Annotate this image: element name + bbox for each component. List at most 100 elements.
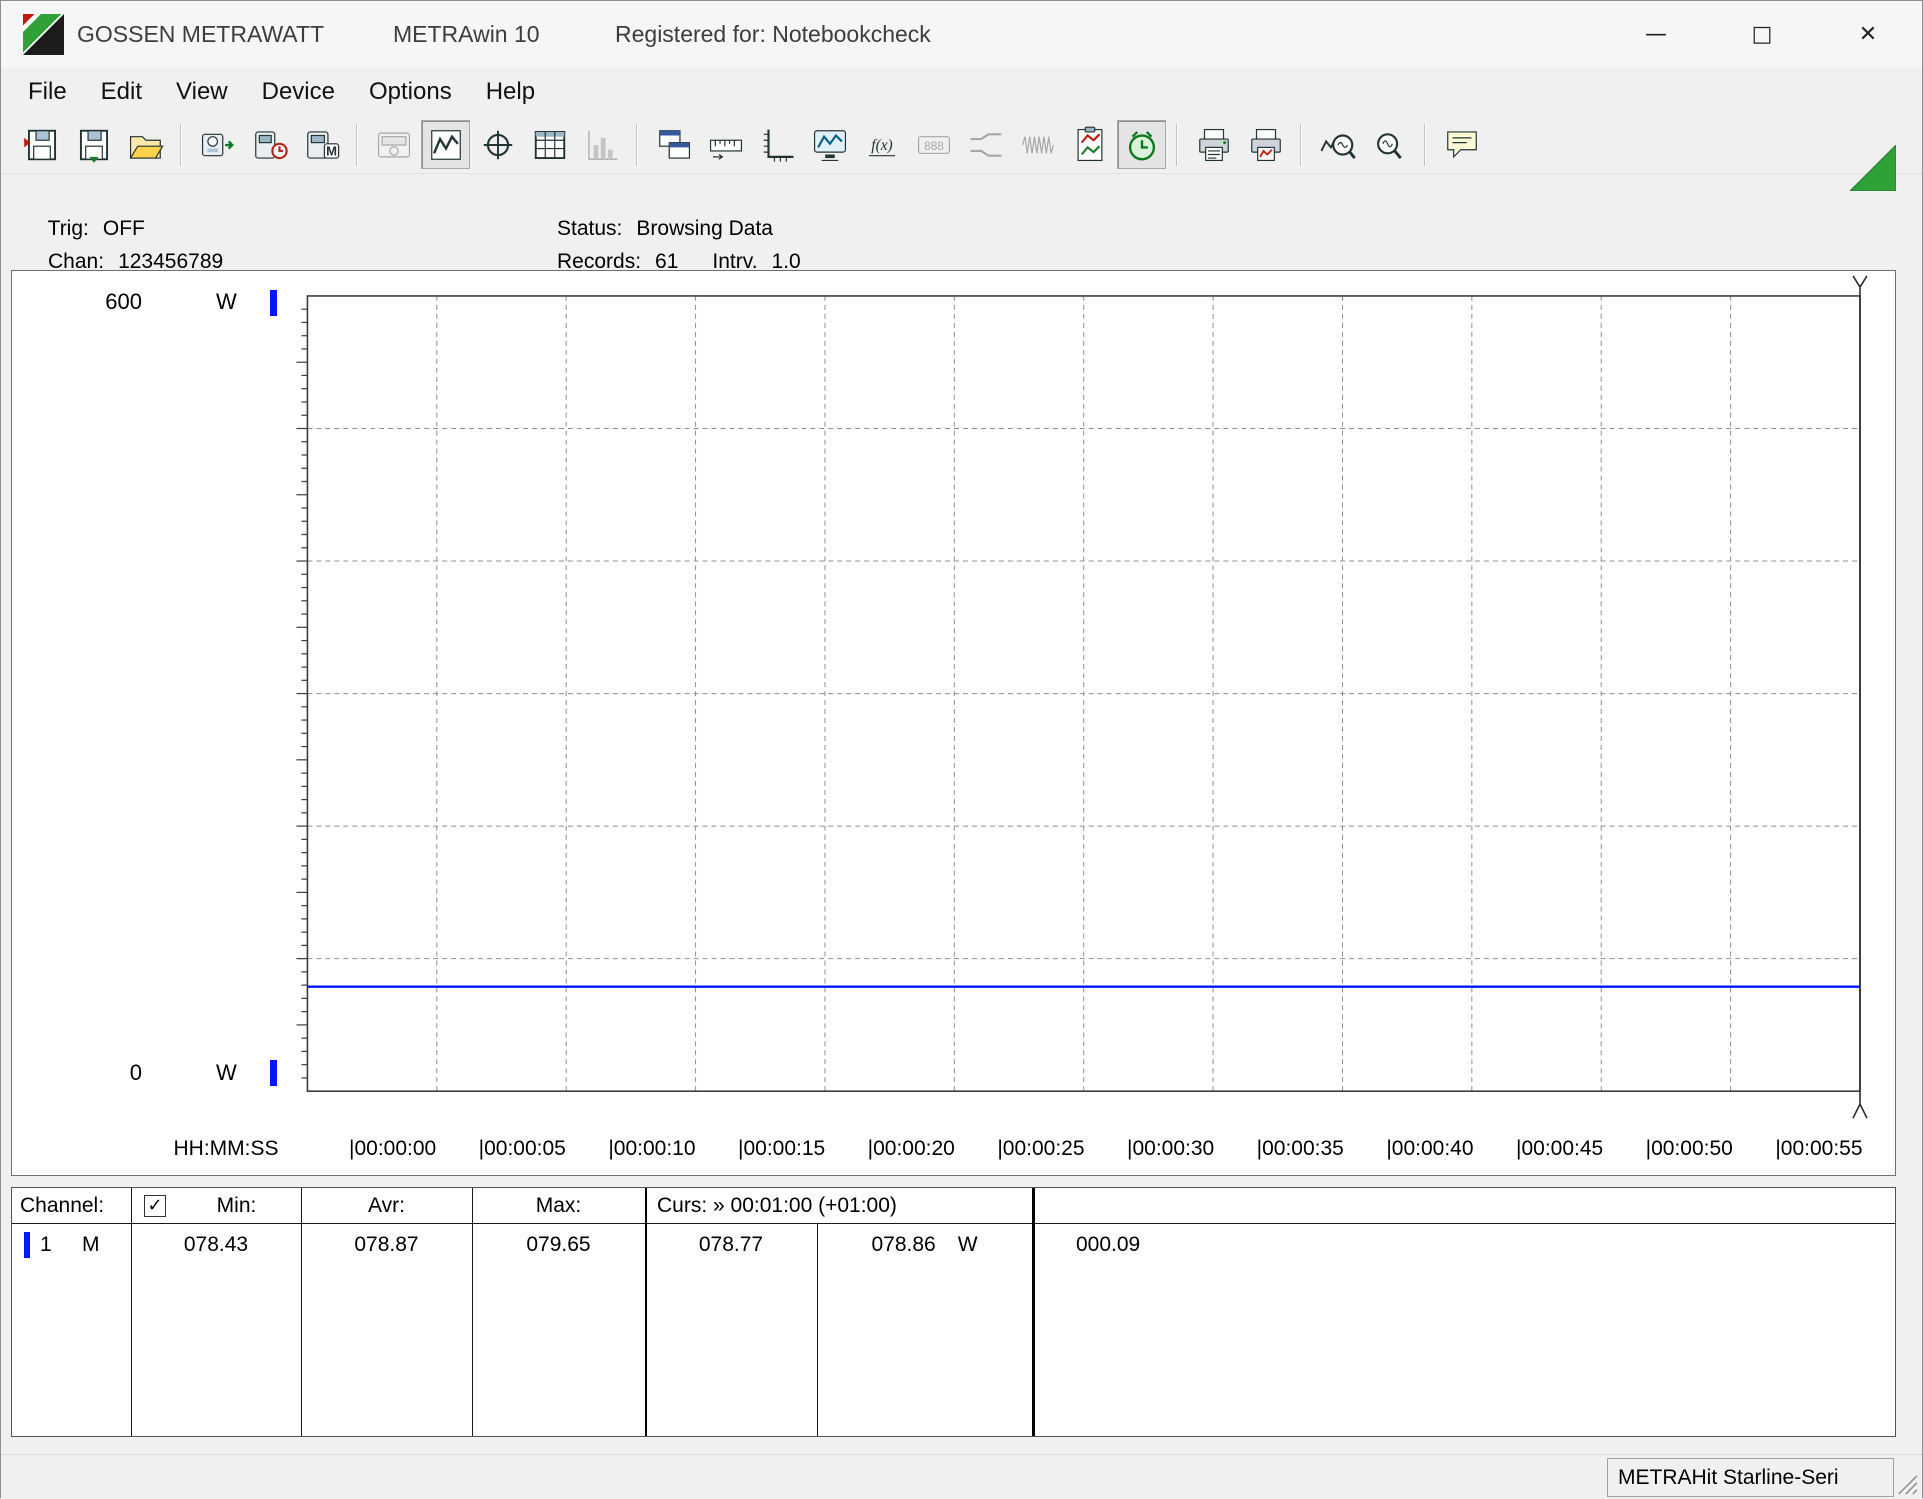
svg-text:888: 888 [924,138,944,152]
copy-graph-button[interactable] [1065,120,1114,169]
device-memory-button[interactable]: M [297,120,346,169]
x-tick-00:00:50: |00:00:50 [1646,1134,1733,1164]
print-report-button[interactable] [1241,120,1290,169]
toolbar-separator [1424,124,1426,166]
table-grid-icon [531,126,569,164]
channel-color-marker [270,1060,277,1086]
open-button[interactable] [121,120,170,169]
alarm-clock-button[interactable] [1117,120,1166,169]
formula-button[interactable]: f(x) [857,120,906,169]
col-cursor-header: Curs: » 00:01:00 (+01:00) [657,1188,897,1224]
table-divider [131,1188,132,1436]
cursor-handle [1853,276,1867,296]
toolbar-separator [1300,124,1302,166]
axes-icon [759,126,797,164]
envelope-wave-icon [1019,126,1057,164]
zoom-out-wave-icon [1371,126,1409,164]
arrange-windows-button[interactable] [649,120,698,169]
screen-display-button[interactable] [805,120,854,169]
col-channel-header: Channel: [20,1188,104,1224]
titlebar-registered-text: Registered for: Notebookcheck [615,1,931,68]
device-status-box: METRAHit Starline-Seri [1607,1458,1894,1497]
channel-visible-checkbox[interactable]: ✓ [144,1195,166,1217]
alarm-clock-icon [1123,126,1161,164]
x-tick-00:00:25: |00:00:25 [997,1134,1084,1164]
cursor-b-value: 078.86 [871,1228,935,1262]
table-divider-thick [1032,1188,1035,1436]
zoom-out-button[interactable] [1365,120,1414,169]
cursor-handle [1853,1091,1867,1118]
device-memory-icon: M [303,126,341,164]
channel-color-marker [24,1232,30,1258]
resize-grip[interactable] [1893,1470,1919,1496]
y-axis-max-unit: W [216,289,237,315]
multimeter-display-button [369,120,418,169]
col-avr-header: Avr: [301,1188,472,1224]
device-settings-button[interactable] [245,120,294,169]
chart-panel: 600 W 0 W HH:MM:SS |00:00:00|00:00:05|00… [11,270,1896,1176]
x-tick-00:00:55: |00:00:55 [1775,1134,1862,1164]
titlebar[interactable]: GOSSEN METRAWATT METRAwin 10 Registered … [1,1,1922,68]
view-bars-button [577,120,626,169]
app-logo-icon [23,14,64,55]
chart-plot-area[interactable] [12,271,1895,1175]
x-tick-00:00:40: |00:00:40 [1386,1134,1473,1164]
minimize-button[interactable]: — [1623,1,1689,68]
read-device-button[interactable] [193,120,242,169]
scale-settings-button[interactable] [753,120,802,169]
min-value: 078.43 [131,1228,301,1262]
view-xy-button[interactable] [473,120,522,169]
bar-chart-icon [583,126,621,164]
view-curve-button[interactable] [421,120,470,169]
avr-value: 078.87 [301,1228,472,1262]
print-button[interactable] [1189,120,1238,169]
y-axis-max-label: 600 [52,289,142,315]
zoom-in-button[interactable] [1313,120,1362,169]
menu-help[interactable]: Help [469,68,552,116]
channel-number: 1 [40,1228,52,1262]
x-tick-00:00:35: |00:00:35 [1257,1134,1344,1164]
ruler-icon [707,126,745,164]
open-folder-icon [127,126,165,164]
col-max-header: Max: [472,1188,645,1224]
menu-options[interactable]: Options [352,68,469,116]
cascade-windows-icon [655,126,693,164]
close-button[interactable]: ✕ [1835,1,1901,68]
x-tick-00:00:30: |00:00:30 [1127,1134,1214,1164]
save-icon [23,126,61,164]
menu-edit[interactable]: Edit [84,68,159,116]
menu-file[interactable]: File [11,68,84,116]
toolbar-separator [1176,124,1178,166]
toolbar-separator [636,124,638,166]
channel-color-marker [270,290,277,316]
view-table-button[interactable] [525,120,574,169]
x-tick-00:00:15: |00:00:15 [738,1134,825,1164]
table-header: Channel: ✓ Min: Avr: Max: Curs: » 00:01:… [12,1188,1895,1224]
cursor-b-unit: W [958,1228,978,1262]
x-tick-00:00:45: |00:00:45 [1516,1134,1603,1164]
x-tick-00:00:20: |00:00:20 [868,1134,955,1164]
y-axis-min-label: 0 [52,1060,142,1086]
comment-button[interactable] [1437,120,1486,169]
save-button[interactable] [17,120,66,169]
menu-device[interactable]: Device [245,68,352,116]
toolbar-separator [356,124,358,166]
formula-icon: f(x) [863,126,901,164]
time-axis-settings-button[interactable] [701,120,750,169]
device-settings-icon [251,126,289,164]
table-divider [301,1188,302,1436]
separate-curves-icon [967,126,1005,164]
save-data-button[interactable] [69,120,118,169]
multimeter-display-icon [375,126,413,164]
x-tick-00:00:05: |00:00:05 [479,1134,566,1164]
titlebar-product-name: METRAwin 10 [393,1,540,68]
table-divider-thick [645,1188,647,1436]
col-min-header: Min: [172,1188,301,1224]
measurement-table: Channel: ✓ Min: Avr: Max: Curs: » 00:01:… [11,1187,1896,1437]
separate-curves-button [961,120,1010,169]
maximize-button[interactable]: □ [1729,1,1795,68]
delta-value: 000.09 [1076,1228,1140,1262]
envelope-curves-button [1013,120,1062,169]
app-window: GOSSEN METRAWATT METRAwin 10 Registered … [0,0,1923,1498]
menu-view[interactable]: View [159,68,245,116]
